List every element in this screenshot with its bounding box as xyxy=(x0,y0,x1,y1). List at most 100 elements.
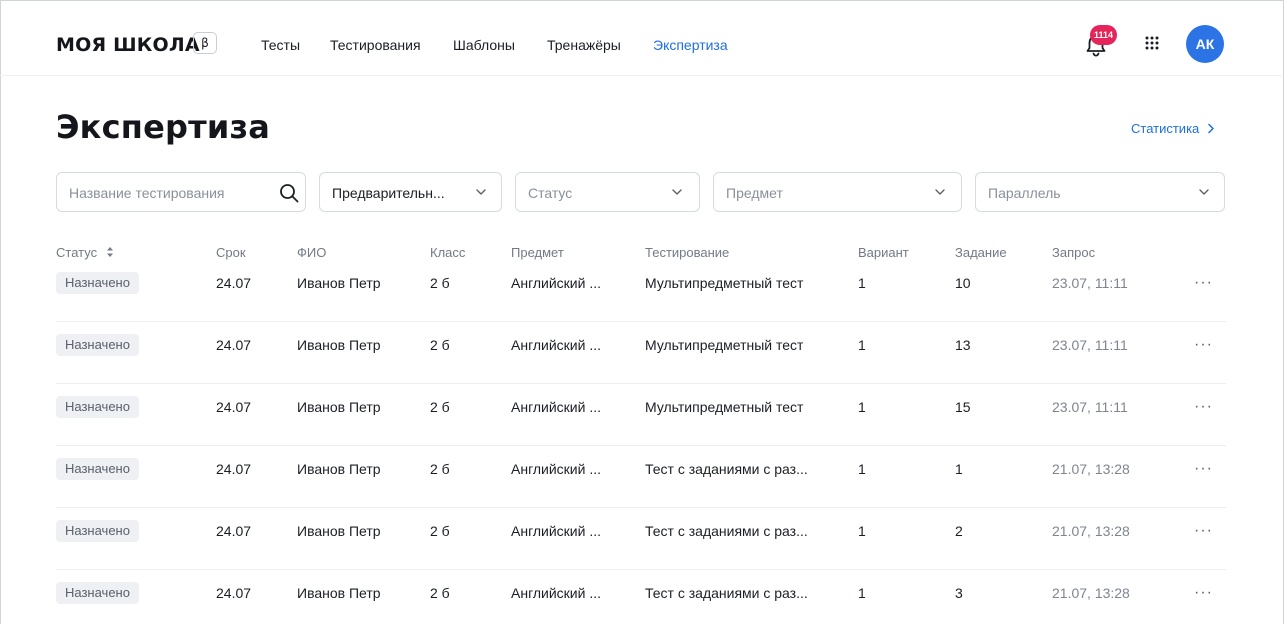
column-header-name[interactable]: ФИО xyxy=(297,245,326,260)
subject-cell: Английский ... xyxy=(511,585,602,601)
top-header: МОЯ ШКОЛА β Тесты Тестирования Шаблоны Т… xyxy=(0,0,1282,76)
apps-grid-icon[interactable] xyxy=(1145,36,1159,50)
request-cell: 23.07, 11:11 xyxy=(1052,337,1128,353)
status-badge: Назначено xyxy=(56,458,139,480)
subject-cell: Английский ... xyxy=(511,399,602,415)
deadline-cell: 24.07 xyxy=(216,275,252,291)
status-select-placeholder: Статус xyxy=(528,185,573,201)
name-cell: Иванов Петр xyxy=(297,337,381,353)
column-header-task[interactable]: Задание xyxy=(955,245,1007,260)
deadline-cell: 24.07 xyxy=(216,585,252,601)
name-cell: Иванов Петр xyxy=(297,585,381,601)
testing-cell: Тест с заданиями с раз... xyxy=(645,461,808,477)
class-cell: 2 б xyxy=(430,337,450,353)
table-row[interactable]: Назначено 24.07 Иванов Петр 2 б Английск… xyxy=(56,322,1226,384)
more-icon[interactable]: ··· xyxy=(1194,460,1213,478)
column-header-variant[interactable]: Вариант xyxy=(858,245,909,260)
task-cell: 1 xyxy=(955,461,963,477)
subject-select[interactable]: Предмет xyxy=(713,172,962,212)
task-cell: 3 xyxy=(955,585,963,601)
status-badge: Назначено xyxy=(56,334,139,356)
deadline-cell: 24.07 xyxy=(216,461,252,477)
request-cell: 21.07, 13:28 xyxy=(1052,461,1130,477)
more-icon[interactable]: ··· xyxy=(1194,522,1213,540)
column-header-request[interactable]: Запрос xyxy=(1052,245,1095,260)
class-cell: 2 б xyxy=(430,461,450,477)
column-header-status[interactable]: Статус xyxy=(56,245,114,260)
nav-templates[interactable]: Шаблоны xyxy=(453,37,515,53)
subject-cell: Английский ... xyxy=(511,461,602,477)
deadline-cell: 24.07 xyxy=(216,337,252,353)
variant-cell: 1 xyxy=(858,461,866,477)
nav-trainers[interactable]: Тренажёры xyxy=(547,37,621,53)
column-header-testing[interactable]: Тестирование xyxy=(645,245,729,260)
testing-cell: Тест с заданиями с раз... xyxy=(645,585,808,601)
more-icon[interactable]: ··· xyxy=(1194,398,1213,416)
nav-expertise[interactable]: Экспертиза xyxy=(653,37,728,53)
logo[interactable]: МОЯ ШКОЛА xyxy=(56,34,200,56)
search-input[interactable]: Название тестирования xyxy=(56,172,306,212)
testing-cell: Тест с заданиями с раз... xyxy=(645,523,808,539)
variant-cell: 1 xyxy=(858,399,866,415)
task-cell: 13 xyxy=(955,337,971,353)
status-badge: Назначено xyxy=(56,520,139,542)
subject-cell: Английский ... xyxy=(511,275,602,291)
name-cell: Иванов Петр xyxy=(297,461,381,477)
statistics-link[interactable]: Статистика xyxy=(1131,121,1215,136)
chevron-down-icon xyxy=(672,189,682,195)
status-badge: Назначено xyxy=(56,582,139,604)
status-badge: Назначено xyxy=(56,272,139,294)
statistics-link-label: Статистика xyxy=(1131,121,1200,136)
testing-cell: Мультипредметный тест xyxy=(645,399,804,415)
subject-cell: Английский ... xyxy=(511,523,602,539)
chevron-down-icon xyxy=(1199,189,1209,195)
parallel-select[interactable]: Параллель xyxy=(975,172,1225,212)
variant-cell: 1 xyxy=(858,275,866,291)
table-row[interactable]: Назначено 24.07 Иванов Петр 2 б Английск… xyxy=(56,570,1226,624)
user-avatar[interactable]: АК xyxy=(1186,25,1224,63)
column-header-status-label: Статус xyxy=(56,245,98,260)
column-header-class[interactable]: Класс xyxy=(430,245,465,260)
deadline-cell: 24.07 xyxy=(216,399,252,415)
request-cell: 21.07, 13:28 xyxy=(1052,585,1130,601)
search-placeholder: Название тестирования xyxy=(69,185,225,201)
table-row[interactable]: Назначено 24.07 Иванов Петр 2 б Английск… xyxy=(56,384,1226,446)
nav-testings[interactable]: Тестирования xyxy=(330,37,421,53)
testing-cell: Мультипредметный тест xyxy=(645,275,804,291)
beta-badge: β xyxy=(193,32,217,54)
table-row[interactable]: Назначено 24.07 Иванов Петр 2 б Английск… xyxy=(56,260,1226,322)
column-header-subject[interactable]: Предмет xyxy=(511,245,564,260)
class-cell: 2 б xyxy=(430,399,450,415)
testing-cell: Мультипредметный тест xyxy=(645,337,804,353)
chevron-right-icon xyxy=(1208,123,1214,134)
class-cell: 2 б xyxy=(430,275,450,291)
table-row[interactable]: Назначено 24.07 Иванов Петр 2 б Английск… xyxy=(56,508,1226,570)
status-select[interactable]: Статус xyxy=(515,172,700,212)
variant-cell: 1 xyxy=(858,337,866,353)
status-badge: Назначено xyxy=(56,396,139,418)
page-title: Экспертиза xyxy=(56,108,271,146)
parallel-select-placeholder: Параллель xyxy=(988,185,1061,201)
column-header-deadline[interactable]: Срок xyxy=(216,245,246,260)
class-cell: 2 б xyxy=(430,523,450,539)
search-icon[interactable] xyxy=(278,182,300,204)
more-icon[interactable]: ··· xyxy=(1194,274,1213,292)
more-icon[interactable]: ··· xyxy=(1194,584,1213,602)
nav-tests[interactable]: Тесты xyxy=(261,37,300,53)
request-cell: 21.07, 13:28 xyxy=(1052,523,1130,539)
table-row[interactable]: Назначено 24.07 Иванов Петр 2 б Английск… xyxy=(56,446,1226,508)
mode-select[interactable]: Предварительн... xyxy=(319,172,502,212)
name-cell: Иванов Петр xyxy=(297,275,381,291)
sort-icon[interactable] xyxy=(106,246,114,258)
notification-count-badge: 1114 xyxy=(1090,25,1118,45)
subject-cell: Английский ... xyxy=(511,337,602,353)
subject-select-placeholder: Предмет xyxy=(726,185,783,201)
name-cell: Иванов Петр xyxy=(297,523,381,539)
more-icon[interactable]: ··· xyxy=(1194,336,1213,354)
chevron-down-icon xyxy=(476,189,486,195)
task-cell: 10 xyxy=(955,275,971,291)
name-cell: Иванов Петр xyxy=(297,399,381,415)
class-cell: 2 б xyxy=(430,585,450,601)
deadline-cell: 24.07 xyxy=(216,523,252,539)
request-cell: 23.07, 11:11 xyxy=(1052,275,1128,291)
